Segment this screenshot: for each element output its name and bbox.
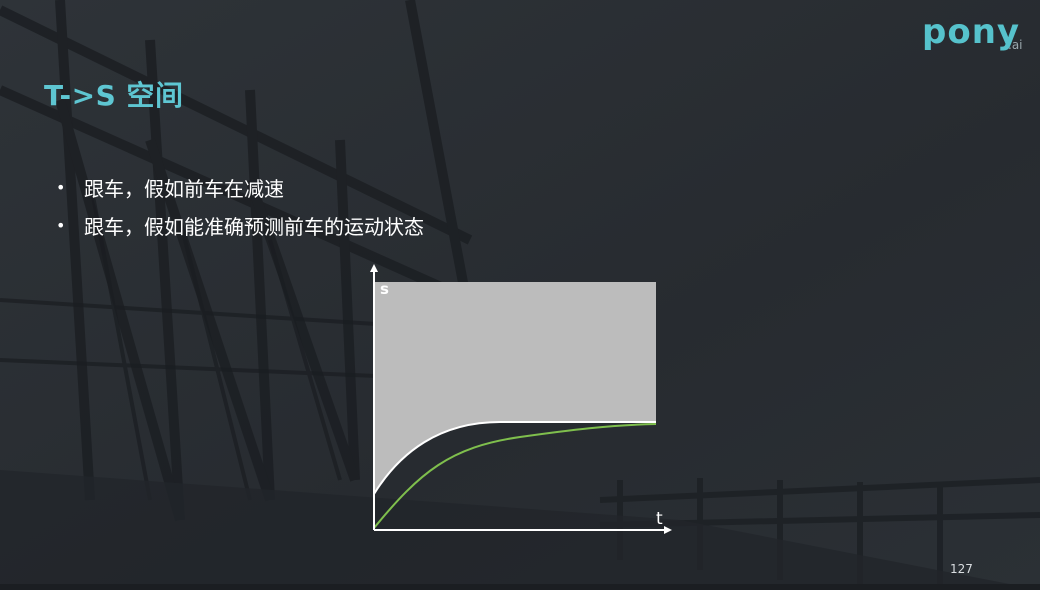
slide-title: T->S 空间 xyxy=(44,79,184,112)
bullet-dot-icon: • xyxy=(56,215,66,235)
x-axis-arrow xyxy=(664,526,672,534)
y-axis-arrow xyxy=(370,264,378,272)
bottom-edge xyxy=(0,584,1040,590)
page-number: 127 xyxy=(950,562,973,576)
feasible-region xyxy=(374,282,656,494)
x-axis-label: t xyxy=(656,509,663,529)
logo-wordmark: pony xyxy=(922,12,1021,52)
bullet-dot-icon: • xyxy=(56,177,66,197)
logo-suffix: .ai xyxy=(1008,38,1023,52)
bullet-item: • 跟车，假如能准确预测前车的运动状态 xyxy=(56,206,424,244)
bullet-text: 跟车，假如前车在减速 xyxy=(84,176,284,201)
st-diagram: s t xyxy=(370,264,672,534)
bullet-text: 跟车，假如能准确预测前车的运动状态 xyxy=(84,214,424,239)
y-axis-label: s xyxy=(380,280,389,298)
slide: pony .ai T->S 空间 • 跟车，假如前车在减速 • 跟车，假如能准确… xyxy=(0,0,1040,590)
bullet-item: • 跟车，假如前车在减速 xyxy=(56,168,424,206)
bullet-list: • 跟车，假如前车在减速 • 跟车，假如能准确预测前车的运动状态 xyxy=(56,168,424,244)
pony-ai-logo: pony .ai xyxy=(918,12,1028,58)
